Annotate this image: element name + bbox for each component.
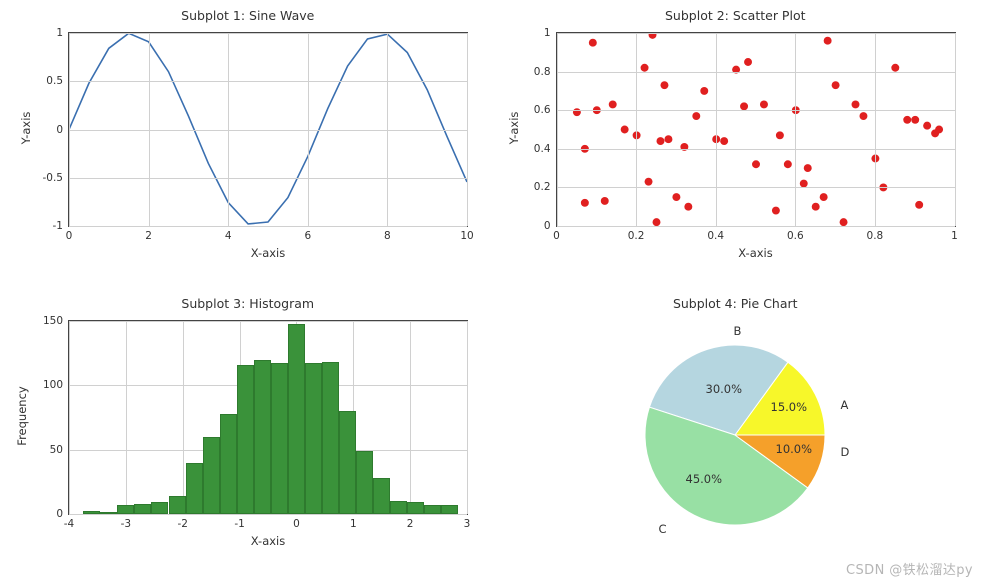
subplot-2-scatter: Subplot 2: Scatter Plot 0 0.2 0.4 0.6 0.…	[496, 8, 976, 288]
subplot-1-xlabel: X-axis	[251, 246, 286, 260]
subplot-3-title: Subplot 3: Histogram	[8, 296, 488, 311]
pie-pct-D: 10.0%	[776, 442, 813, 456]
pie-label-D: D	[841, 445, 850, 459]
hist-bar	[100, 512, 117, 514]
scatter-points	[557, 33, 955, 226]
hist-bar	[151, 502, 168, 514]
subplot-1-axes: 0 2 4 6 8 10 -1 -0.5 0 0.5 1	[68, 32, 468, 227]
subplot-3-axes: -4 -3 -2 -1 0 1 2 3 0 50 100 150	[68, 320, 468, 515]
subplot-2-title: Subplot 2: Scatter Plot	[496, 8, 976, 23]
hist-bar	[373, 478, 390, 514]
hist-bar	[305, 363, 322, 514]
hist-bar	[271, 363, 288, 514]
subplot-4-title: Subplot 4: Pie Chart	[496, 296, 976, 311]
pie-label-B: B	[734, 324, 742, 338]
pie-label-C: C	[659, 522, 667, 536]
subplot-3-ylabel: Frequency	[15, 386, 29, 445]
hist-bar	[339, 411, 356, 514]
hist-bar	[117, 505, 134, 514]
pie-pct-B: 30.0%	[706, 382, 743, 396]
hist-bar	[356, 451, 373, 514]
hist-bar	[237, 365, 254, 514]
subplot-3-histogram: Subplot 3: Histogram -4 -3 -2 -1 0 1 2 3…	[8, 296, 488, 576]
pie-pct-C: 45.0%	[686, 472, 723, 486]
hist-bar	[169, 496, 186, 514]
hist-bar	[322, 362, 339, 514]
hist-bar	[441, 505, 458, 514]
watermark: CSDN @铁松溜达py	[846, 559, 973, 578]
hist-bar	[186, 463, 203, 514]
hist-bar	[254, 360, 271, 514]
hist-bar	[424, 505, 441, 514]
subplot-2-axes: 0 0.2 0.4 0.6 0.8 1 0 0.2 0.4 0.6 0.8 1	[556, 32, 956, 227]
subplot-3-xlabel: X-axis	[251, 534, 286, 548]
subplot-2-xlabel: X-axis	[738, 246, 773, 260]
subplot-2-ylabel: Y-axis	[507, 112, 521, 145]
pie-chart	[620, 320, 850, 550]
subplot-4-pie: Subplot 4: Pie Chart A B C D 15.0% 30.0%…	[496, 296, 976, 576]
hist-bar	[220, 414, 237, 514]
pie-pct-A: 15.0%	[771, 400, 808, 414]
hist-bar	[390, 501, 407, 514]
pie-label-A: A	[841, 398, 849, 412]
hist-bar	[203, 437, 220, 514]
subplot-1-title: Subplot 1: Sine Wave	[8, 8, 488, 23]
subplot-1-sine: Subplot 1: Sine Wave 0 2 4 6 8 10	[8, 8, 488, 288]
hist-bar	[407, 502, 424, 514]
hist-bar	[288, 324, 305, 514]
subplot-1-ylabel: Y-axis	[19, 112, 33, 145]
hist-bar	[134, 504, 151, 514]
hist-bar	[83, 511, 100, 514]
